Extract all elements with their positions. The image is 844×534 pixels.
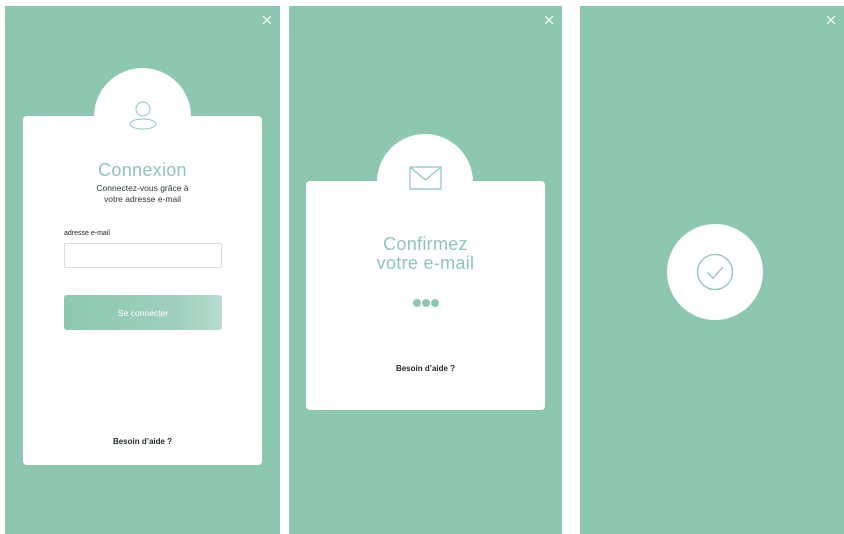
title-line-2: votre e-mail <box>376 253 475 273</box>
success-screen <box>580 6 844 534</box>
close-icon[interactable] <box>825 14 837 26</box>
loading-dot <box>412 299 421 307</box>
login-screen: Connexion Connectez-vous grâce à votre a… <box>5 6 280 534</box>
confirm-email-screen: Confirmez votre e-mail Besoin d’aide ? <box>289 6 562 534</box>
close-icon[interactable] <box>261 14 273 26</box>
loading-dot <box>421 299 430 307</box>
email-label: adresse e-mail <box>64 230 110 237</box>
help-link[interactable]: Besoin d’aide ? <box>5 437 280 446</box>
user-icon <box>127 98 159 130</box>
close-icon[interactable] <box>543 14 555 26</box>
page-subtitle: Connectez-vous grâce à votre adresse e-m… <box>96 183 189 204</box>
title-line-1: Confirmez <box>383 234 468 254</box>
help-link[interactable]: Besoin d’aide ? <box>289 364 562 373</box>
loading-dot <box>430 299 439 307</box>
login-button[interactable]: Se connecter <box>64 295 222 330</box>
page-title: Confirmez votre e-mail <box>289 235 562 273</box>
envelope-icon <box>409 166 442 190</box>
email-field[interactable] <box>64 243 222 268</box>
loading-indicator <box>289 294 562 312</box>
check-circle-icon <box>696 253 734 291</box>
page-title: Connexion <box>98 160 187 180</box>
